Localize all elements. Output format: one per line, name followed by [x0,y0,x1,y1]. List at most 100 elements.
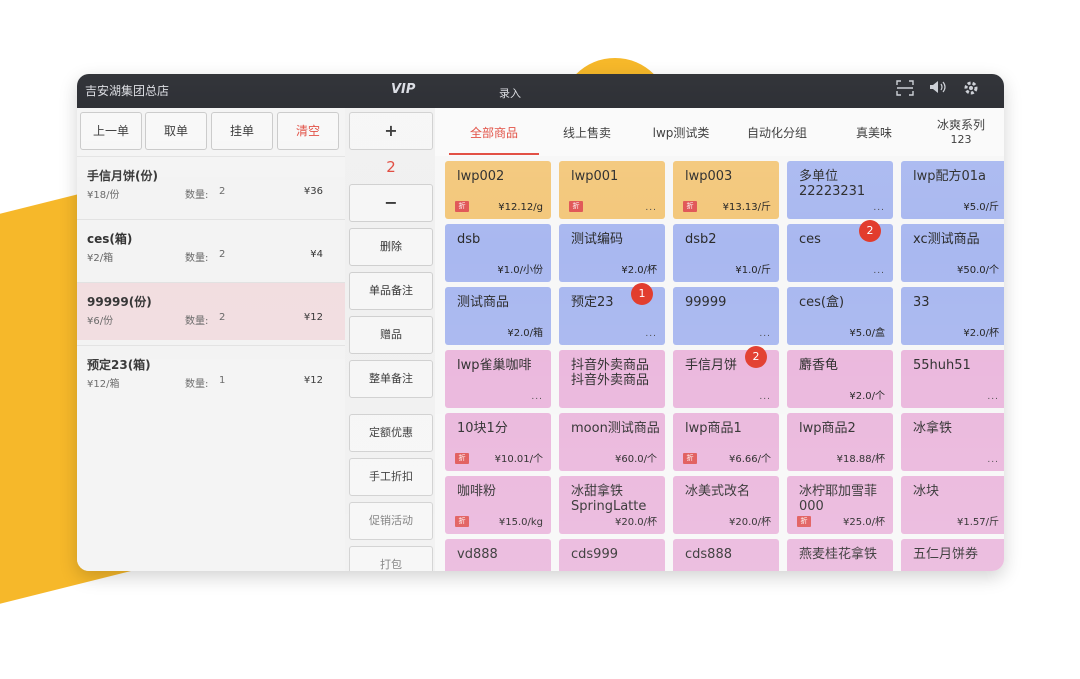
order-row[interactable]: 99999(份) ¥6/份 数量: 2 ¥12 [77,282,345,340]
order-row[interactable]: ces(箱) ¥2/箱 数量: 2 ¥4 [77,219,345,277]
product-price: ¥2.0/个 [849,391,885,402]
product-tile[interactable]: dsb ¥1.0/小份 [445,224,551,282]
clear-order-button[interactable]: 清空 [277,112,339,150]
product-tile[interactable]: ces(盒) ¥5.0/盒 [787,287,893,345]
product-price: ¥20.0/杯 [615,517,657,528]
product-tile[interactable]: 55huh51... [901,350,1004,408]
product-tile[interactable]: 冰块 ¥1.57/斤 [901,476,1004,534]
scan-icon[interactable] [891,80,919,106]
discount-badge: 折 [455,516,469,527]
product-tile[interactable]: moon测试商品 ¥60.0/个 [559,413,665,471]
quantity-display: 2 [349,150,433,184]
product-price: ¥10.01/个 [494,454,543,465]
item-note-button[interactable]: 单品备注 [349,272,433,310]
order-item-name: 手信月饼(份) [87,169,158,183]
tab-all-products[interactable]: 全部商品 [449,124,539,141]
fetch-order-button[interactable]: 取单 [145,112,207,150]
product-price: ¥60.0/个 [615,454,657,465]
discount-badge: 折 [797,516,811,527]
product-tile[interactable]: lwp001... 折 [559,161,665,219]
hold-order-button[interactable]: 挂单 [211,112,273,150]
product-tile[interactable]: 测试商品 ¥2.0/箱 [445,287,551,345]
product-more-indicator: ... [645,203,657,213]
gift-button[interactable]: 赠品 [349,316,433,354]
product-tile[interactable]: 10块1分 ¥10.01/个 折 [445,413,551,471]
tab-tasty[interactable]: 真美味 [831,124,917,141]
order-item-total: ¥4 [310,249,323,260]
order-note-button[interactable]: 整单备注 [349,360,433,398]
fixed-discount-button[interactable]: 定额优惠 [349,414,433,452]
gear-icon[interactable] [957,80,985,106]
stage: 吉安湖集团总店 VIP 录入 上一单 取单 挂单 清空 手信月饼(份) ¥18/份… [0,0,1080,679]
product-price: ¥20.0/杯 [729,517,771,528]
product-tile[interactable]: dsb2 ¥1.0/斤 [673,224,779,282]
takeaway-button[interactable]: 打包 [349,546,433,571]
order-qty-label: 数量: [185,379,209,390]
order-qty-label: 数量: [185,190,209,201]
product-tile[interactable]: 99999... [673,287,779,345]
manual-discount-button[interactable]: 手工折扣 [349,458,433,496]
product-tile[interactable]: 抖音外卖商品 抖音外卖商品 [559,350,665,408]
delete-button[interactable]: 删除 [349,228,433,266]
product-name: vd888 [457,547,498,562]
product-price: ¥5.0/斤 [963,202,999,213]
product-tile[interactable]: lwp003 ¥13.13/斤 折 [673,161,779,219]
entry-button[interactable]: 录入 [499,85,521,101]
product-more-indicator: ... [759,329,771,339]
product-name: dsb [457,232,481,247]
order-qty-value: 1 [219,375,226,386]
product-tile[interactable]: vd888 [445,539,551,571]
product-tile[interactable]: cds999 [559,539,665,571]
product-tile[interactable]: lwp配方01a ¥5.0/斤 [901,161,1004,219]
tab-auto-group[interactable]: 自动化分组 [731,124,823,141]
product-tile[interactable]: lwp商品1 ¥6.66/个 折 [673,413,779,471]
product-tile[interactable]: 手信月饼... 2 [673,346,779,408]
product-name: 测试编码 [571,232,624,247]
vip-button[interactable]: VIP [391,82,415,97]
product-tile[interactable]: 预定23... 1 [559,283,665,345]
product-tile[interactable]: lwp商品2 ¥18.88/杯 [787,413,893,471]
order-item-total: ¥12 [303,312,323,323]
product-price: ¥25.0/杯 [843,517,885,528]
decrease-qty-button[interactable]: − [349,184,433,222]
order-item-price: ¥18/份 [87,190,120,201]
top-bar: 吉安湖集团总店 VIP 录入 [77,74,1004,108]
product-name: 麝香龟 [799,358,839,373]
product-tile[interactable]: 咖啡粉 ¥15.0/kg 折 [445,476,551,534]
order-row[interactable]: 手信月饼(份) ¥18/份 数量: 2 ¥36 [77,156,345,214]
product-tile[interactable]: xc测试商品 ¥50.0/个 [901,224,1004,282]
tab-online-sales[interactable]: 线上售卖 [547,124,627,141]
product-name: 10块1分 [457,421,508,436]
order-row[interactable]: 预定23(箱) ¥12/箱 数量: 1 ¥12 [77,345,345,403]
product-tile[interactable]: 冰柠耶加雪菲 000 ¥25.0/杯 折 [787,476,893,534]
store-name[interactable]: 吉安湖集团总店 [85,82,169,99]
product-tile[interactable]: 燕麦桂花拿铁 [787,539,893,571]
order-qty-value: 2 [219,186,226,197]
promotion-button[interactable]: 促销活动 [349,502,433,540]
product-tile[interactable]: lwp雀巢咖啡... [445,350,551,408]
prev-order-button[interactable]: 上一单 [80,112,142,150]
broadcast-icon[interactable] [923,80,951,106]
product-price: ¥5.0/盒 [849,328,885,339]
product-name: cds888 [685,547,732,562]
product-tile[interactable]: 33 ¥2.0/杯 [901,287,1004,345]
product-tile[interactable]: 冰美式改名 ¥20.0/杯 [673,476,779,534]
product-name: lwp配方01a [913,169,987,184]
tab-ice-series[interactable]: 冰爽系列 123 [921,116,1001,146]
increase-qty-button[interactable]: + [349,112,433,150]
tab-label: 全部商品 [469,126,518,140]
product-name: 冰拿铁 [913,421,953,436]
order-item-price: ¥6/份 [87,316,114,327]
tab-lwp-test[interactable]: lwp测试类 [635,124,727,141]
product-tile[interactable]: ces... 2 [787,220,893,282]
product-tile[interactable]: 冰拿铁... [901,413,1004,471]
product-tile[interactable]: cds888 [673,539,779,571]
product-tile[interactable]: lwp002 ¥12.12/g 折 [445,161,551,219]
product-tile[interactable]: 冰甜拿铁 SpringLatte ¥20.0/杯 [559,476,665,534]
product-tile[interactable]: 测试编码 ¥2.0/杯 [559,224,665,282]
product-tile[interactable]: 麝香龟 ¥2.0/个 [787,350,893,408]
product-name: dsb2 [685,232,717,247]
product-tile[interactable]: 五仁月饼券 [901,539,1004,571]
discount-badge: 折 [683,201,697,212]
product-tile[interactable]: 多单位 22223231... [787,161,893,219]
